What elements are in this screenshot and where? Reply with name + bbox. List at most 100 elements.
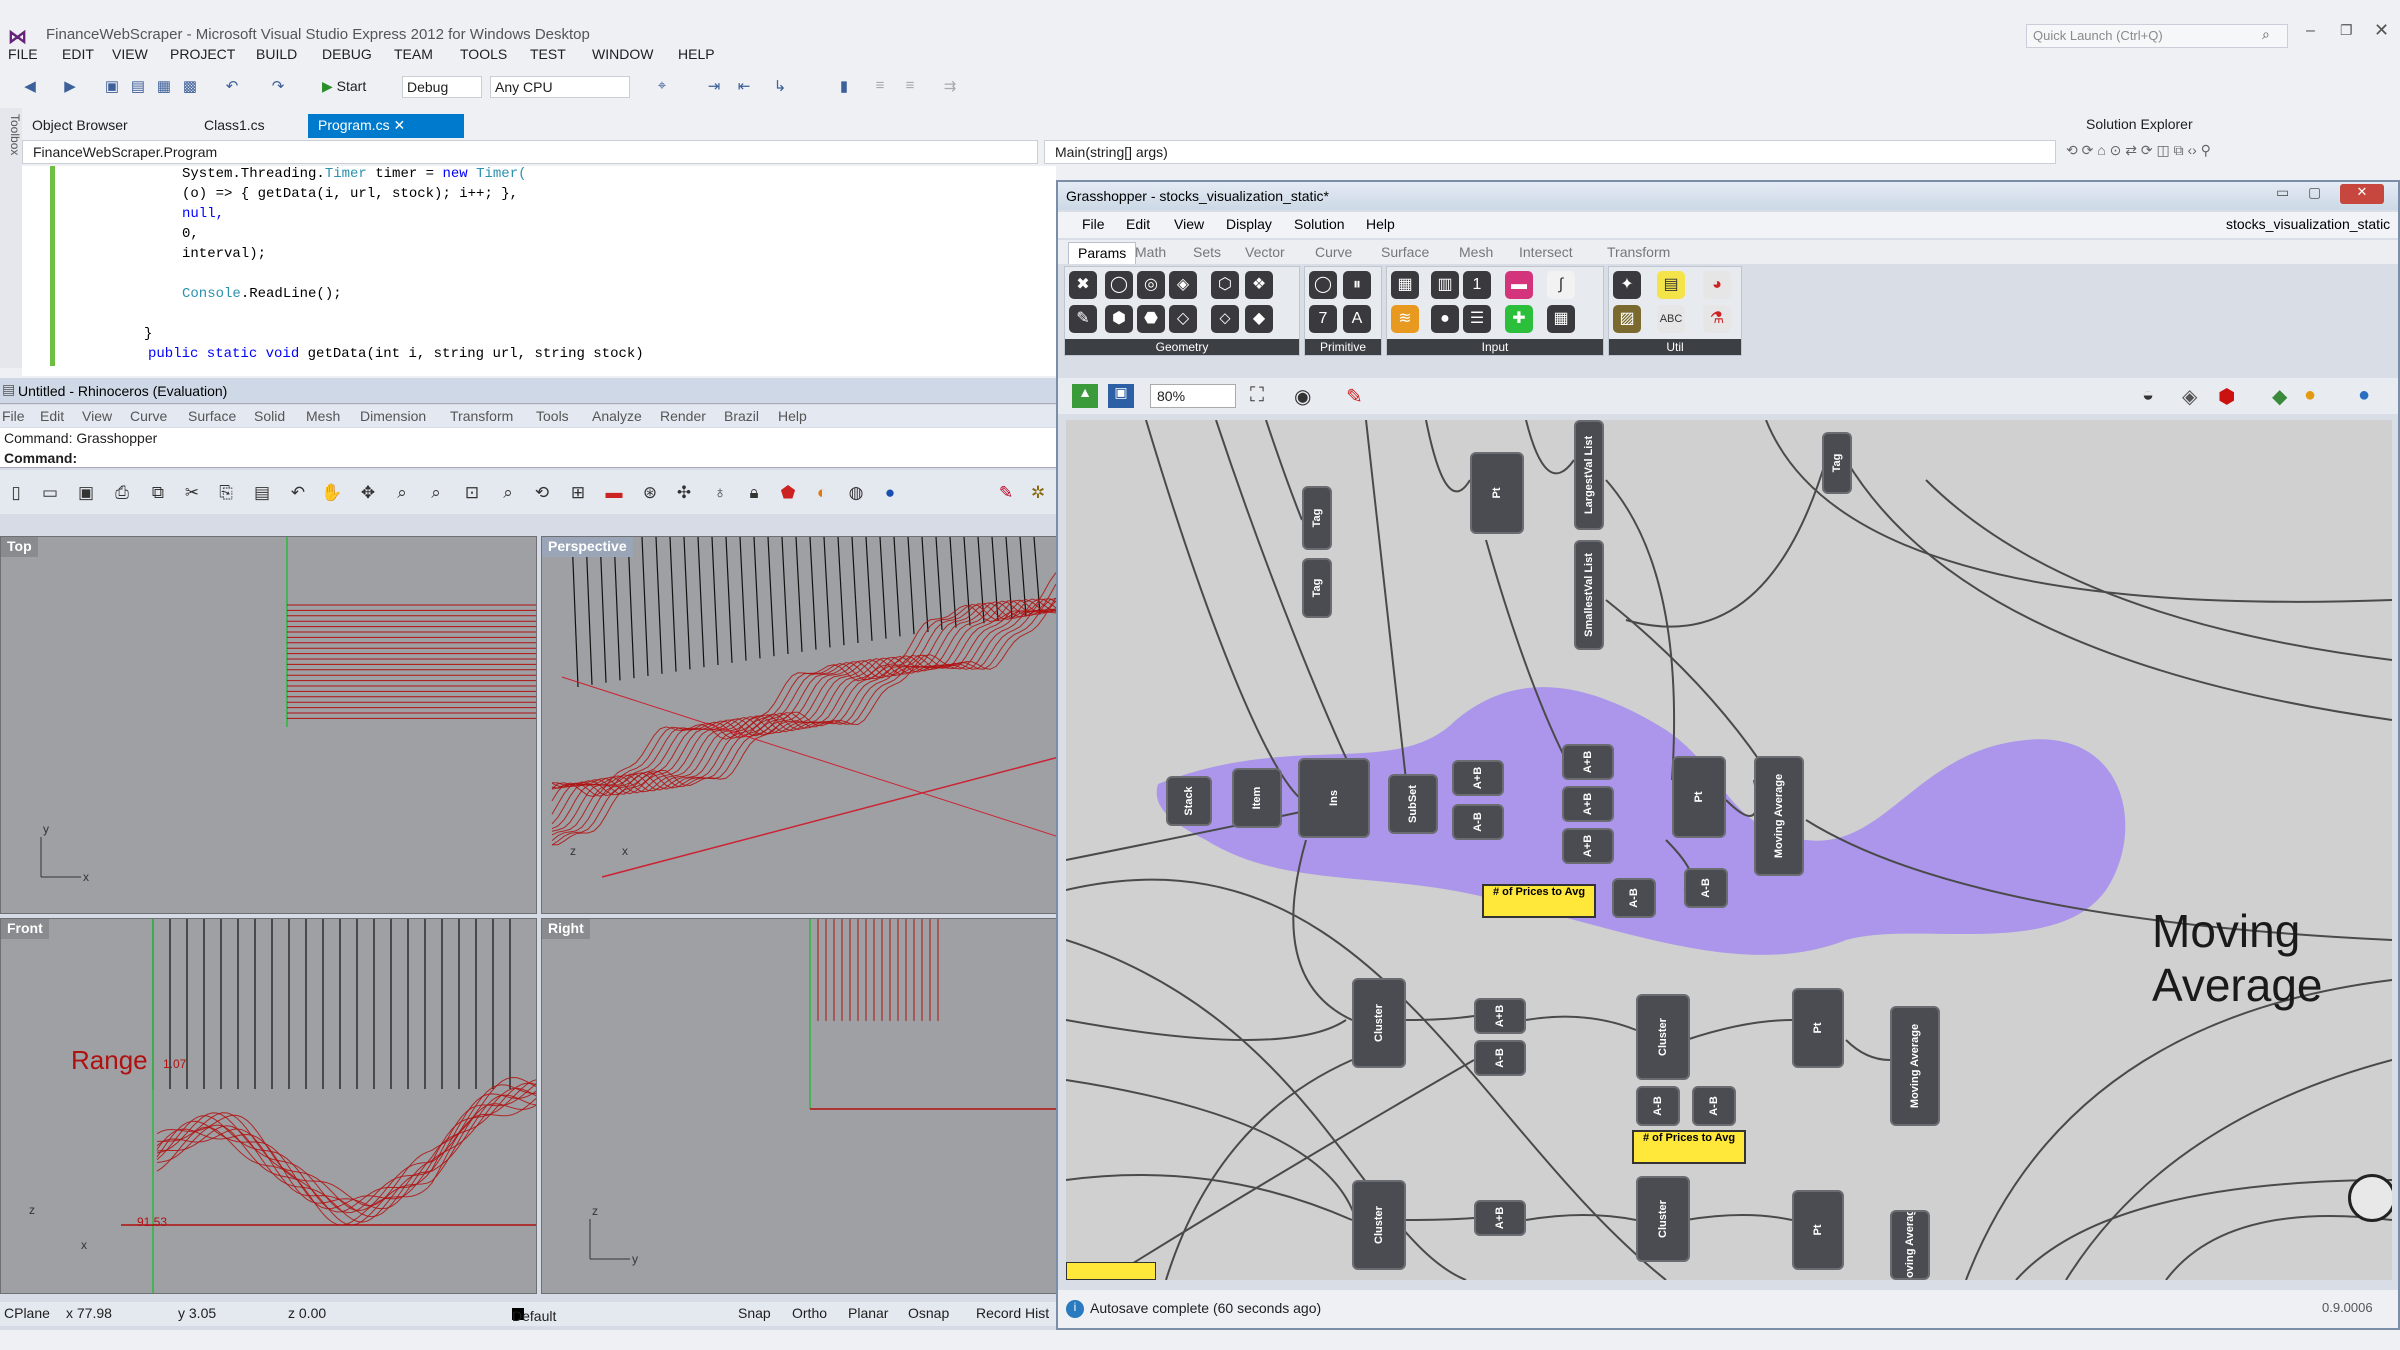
start-debug-button[interactable]: ▶ Start xyxy=(322,78,366,95)
wireframe-preview-icon[interactable]: ◈ xyxy=(2182,384,2197,409)
document-preview-icon[interactable]: ● xyxy=(2304,384,2316,407)
bookmark-icon[interactable]: ▮ xyxy=(834,77,854,95)
new-project-icon[interactable]: ▣ xyxy=(102,77,122,95)
viewport-perspective-label[interactable]: Perspective xyxy=(542,537,633,557)
moving-average-node[interactable]: Moving Average xyxy=(1890,1210,1930,1280)
grasshopper-icon[interactable]: ✲ xyxy=(1026,481,1050,505)
menu-view[interactable]: VIEW xyxy=(112,46,148,62)
rh-menu-transform[interactable]: Transform xyxy=(450,408,513,424)
nav-back-icon[interactable]: ⇤ xyxy=(734,77,754,95)
bulb-icon[interactable]: ♁ xyxy=(708,481,732,505)
gh-menu-file[interactable]: File xyxy=(1082,216,1105,232)
navigation-wheel-icon[interactable] xyxy=(2348,1174,2392,1222)
shield-icon[interactable]: ⬟ xyxy=(776,481,800,505)
prices-to-average-slider[interactable]: # of Prices to Avg xyxy=(1632,1130,1746,1164)
close-tab-icon[interactable]: ✕ xyxy=(393,117,405,133)
rh-menu-surface[interactable]: Surface xyxy=(188,408,236,424)
close-icon[interactable]: ✕ xyxy=(2374,20,2389,41)
subtraction-node[interactable]: A-B xyxy=(1692,1086,1736,1126)
save-file-icon[interactable]: ▣ xyxy=(1108,384,1134,408)
viewport-top-label[interactable]: Top xyxy=(1,537,38,557)
snap-toggle[interactable]: Snap xyxy=(738,1305,771,1321)
scribble-icon[interactable]: ▤ xyxy=(1657,271,1685,299)
geometry-param-icon[interactable]: ✖ xyxy=(1069,271,1097,299)
back-icon[interactable]: ◀ xyxy=(20,77,40,95)
comment-icon[interactable]: ≡ xyxy=(870,77,890,95)
addition-node[interactable]: A+B xyxy=(1562,786,1614,822)
car-icon[interactable]: ▬ xyxy=(602,481,626,505)
open-icon[interactable]: ▤ xyxy=(128,77,148,95)
tag-node[interactable]: Tag xyxy=(1822,432,1852,494)
item-node[interactable]: Item xyxy=(1232,768,1282,828)
cluster-node[interactable]: Cluster xyxy=(1352,978,1406,1068)
menu-file[interactable]: FILE xyxy=(8,46,38,62)
menu-help[interactable]: HELP xyxy=(678,46,715,62)
moving-average-node[interactable]: Moving Average xyxy=(1890,1006,1940,1126)
addition-node[interactable]: A+B xyxy=(1474,1200,1526,1236)
code-editor[interactable]: System.Threading.Timer timer = new Timer… xyxy=(22,166,1056,376)
maximize-icon[interactable]: ▢ xyxy=(2308,184,2321,201)
tab-intersect[interactable]: Intersect xyxy=(1510,242,1582,264)
vector-param-icon[interactable]: ⬢ xyxy=(1105,305,1133,333)
mesh-param-icon[interactable]: ⬡ xyxy=(1211,271,1239,299)
move-icon[interactable]: ✥ xyxy=(356,481,380,505)
solution-toolbar-icons[interactable]: ⟲ ⟳ ⌂ ⊙ ⇄ ⟳ ◫ ⧉ ‹› ⚲ xyxy=(2066,142,2211,159)
point-node[interactable]: Pt xyxy=(1792,1190,1844,1270)
rh-menu-edit[interactable]: Edit xyxy=(40,408,64,424)
rh-menu-render[interactable]: Render xyxy=(660,408,706,424)
panel-icon[interactable]: ▦ xyxy=(1391,271,1419,299)
gh-menu-view[interactable]: View xyxy=(1174,216,1204,232)
menu-project[interactable]: PROJECT xyxy=(170,46,235,62)
close-icon[interactable]: ✕ xyxy=(2340,184,2384,204)
slider-icon[interactable]: ≋ xyxy=(1391,305,1419,333)
search-icon[interactable]: ⌕ xyxy=(2262,26,2270,43)
osnap-toggle[interactable]: Osnap xyxy=(908,1305,949,1321)
cluster-node[interactable]: Cluster xyxy=(1636,1176,1690,1262)
uncomment-icon[interactable]: ≡ xyxy=(900,77,920,95)
addition-node[interactable]: A+B xyxy=(1474,998,1526,1034)
prices-to-average-slider[interactable]: # of Prices to Avg xyxy=(1482,884,1596,918)
subtraction-node[interactable]: A-B xyxy=(1636,1086,1680,1126)
viewport-perspective[interactable]: z x Perspective xyxy=(541,536,1058,914)
text-param-icon[interactable]: A xyxy=(1343,305,1371,333)
line-param-icon[interactable]: ⬦ xyxy=(1211,305,1239,333)
tag-node[interactable]: Tag xyxy=(1302,486,1332,550)
tab-program[interactable]: Program.cs ✕ xyxy=(308,114,464,138)
platform-dropdown[interactable]: Any CPU xyxy=(490,76,630,98)
rh-menu-mesh[interactable]: Mesh xyxy=(306,408,340,424)
menu-test[interactable]: TEST xyxy=(530,46,566,62)
menu-team[interactable]: TEAM xyxy=(394,46,433,62)
member-navigation-dropdown[interactable]: Main(string[] args) xyxy=(1044,140,2056,164)
minimize-icon[interactable]: – xyxy=(2306,22,2315,40)
ribbon-group-geometry-label[interactable]: Geometry xyxy=(1065,339,1299,355)
viewport-right[interactable]: z y Right xyxy=(541,918,1058,1294)
subset-node[interactable]: SubSet xyxy=(1388,774,1438,834)
plane-param-icon[interactable]: ⬣ xyxy=(1137,305,1165,333)
gh-document-name[interactable]: stocks_visualization_static xyxy=(2226,216,2390,232)
addition-node[interactable]: A+B xyxy=(1562,828,1614,864)
list-icon[interactable]: ☰ xyxy=(1463,305,1491,333)
copy-icon[interactable]: ⧉ xyxy=(146,481,170,505)
indent-icon[interactable]: ⇉ xyxy=(940,77,960,95)
graph-icon[interactable]: ∫ xyxy=(1547,271,1575,299)
pen-icon[interactable]: ✎ xyxy=(994,481,1018,505)
smallest-value-node[interactable]: SmallestVal List xyxy=(1574,540,1604,650)
tab-surface[interactable]: Surface xyxy=(1372,242,1438,264)
tab-mesh[interactable]: Mesh xyxy=(1450,242,1502,264)
minimize-icon[interactable]: ▭ xyxy=(2276,184,2289,201)
record-history-toggle[interactable]: Record Hist xyxy=(976,1305,1049,1321)
point-param-icon[interactable]: ✎ xyxy=(1069,305,1097,333)
type-navigation-dropdown[interactable]: FinanceWebScraper.Program xyxy=(22,140,1038,164)
text-tag-icon[interactable]: ABC xyxy=(1657,305,1685,333)
subtraction-node[interactable]: A-B xyxy=(1612,878,1656,918)
ribbon-group-util-label[interactable]: Util xyxy=(1609,339,1741,355)
value-list-icon[interactable]: ▦ xyxy=(1547,305,1575,333)
subtraction-node[interactable]: A-B xyxy=(1684,868,1728,908)
ortho-toggle[interactable]: Ortho xyxy=(792,1305,827,1321)
circle-param-icon[interactable]: ◯ xyxy=(1105,271,1133,299)
rotate-view-icon[interactable]: ⟲ xyxy=(530,481,554,505)
knob-icon[interactable]: ● xyxy=(1431,305,1459,333)
viewport-top[interactable]: y x Top xyxy=(0,536,537,914)
selected-preview-icon[interactable]: ◆ xyxy=(2272,384,2287,409)
planar-toggle[interactable]: Planar xyxy=(848,1305,888,1321)
